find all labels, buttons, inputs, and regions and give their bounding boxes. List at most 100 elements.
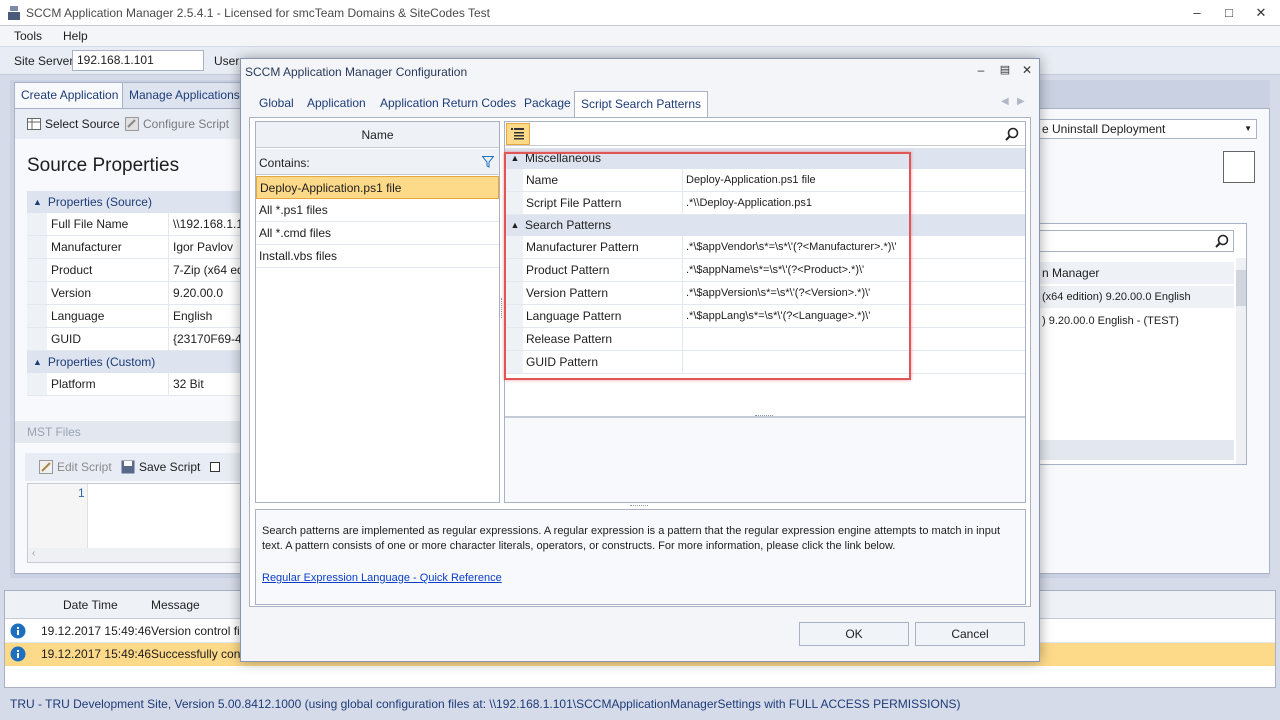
- property-row[interactable]: GUID {23170F69-40: [27, 328, 241, 351]
- select-source-button[interactable]: Select Source: [23, 113, 120, 135]
- group-properties-custom[interactable]: ▲ Properties (Custom): [27, 351, 241, 373]
- save-script-button[interactable]: Save Script: [117, 456, 221, 478]
- horizontal-scrollbar[interactable]: ‹: [28, 548, 240, 562]
- log-time: 19.12.2017 15:49:46: [41, 647, 152, 661]
- bottom-splitter-handle[interactable]: [630, 505, 648, 508]
- property-value[interactable]: English: [169, 305, 241, 327]
- property-row[interactable]: Version 9.20.00.0: [27, 282, 241, 305]
- property-row[interactable]: Manufacturer Igor Pavlov: [27, 236, 241, 259]
- group-properties-source[interactable]: ▲ Properties (Source): [27, 191, 241, 213]
- minimize-icon[interactable]: –: [1184, 3, 1210, 23]
- collapse-icon[interactable]: ▲: [33, 351, 42, 373]
- menu-help[interactable]: Help: [63, 29, 88, 43]
- group-source-label: Properties (Source): [47, 195, 152, 209]
- tab-package[interactable]: Package: [518, 91, 577, 117]
- save-script-checkbox[interactable]: [210, 462, 221, 472]
- filter-icon[interactable]: [482, 156, 494, 168]
- site-server-label: Site Server: [14, 54, 74, 68]
- property-label: Manufacturer: [47, 236, 169, 258]
- property-value[interactable]: 7-Zip (x64 edi: [169, 259, 241, 281]
- close-icon[interactable]: ✕: [1248, 3, 1274, 23]
- property-value[interactable]: Igor Pavlov: [169, 236, 241, 258]
- maximize-icon[interactable]: □: [1216, 3, 1242, 23]
- window-title: SCCM Application Manager 2.5.4.1 - Licen…: [26, 6, 490, 20]
- tab-scroll-left-icon[interactable]: ◀: [1001, 96, 1009, 107]
- configure-script-button[interactable]: Configure Script: [121, 113, 229, 135]
- list-item[interactable]: All *.ps1 files: [256, 199, 499, 222]
- tab-manage-applications[interactable]: Manage Applications: [122, 82, 247, 108]
- cancel-button[interactable]: Cancel: [915, 622, 1025, 646]
- tab-scroll-right-icon[interactable]: ▶: [1017, 96, 1025, 107]
- list-item-selected[interactable]: Deploy-Application.ps1 file: [256, 176, 499, 199]
- property-row[interactable]: Product 7-Zip (x64 edi: [27, 259, 241, 282]
- tab-application-return-codes[interactable]: Application Return Codes: [374, 91, 522, 117]
- dialog-minimize-icon[interactable]: –: [973, 63, 989, 79]
- row-gutter: [27, 328, 47, 350]
- configuration-dialog: SCCM Application Manager Configuration –…: [240, 58, 1040, 662]
- chevron-down-icon[interactable]: ▼: [1244, 120, 1252, 138]
- tab-global[interactable]: Global: [253, 91, 300, 117]
- table-row[interactable]: (x64 edition) 9.20.00.0 English: [1038, 286, 1234, 308]
- property-label: Full File Name: [47, 213, 169, 235]
- tab-script-search-patterns[interactable]: Script Search Patterns: [574, 91, 709, 117]
- deployment-select-value: e Uninstall Deployment: [1042, 122, 1166, 136]
- property-row[interactable]: Language English: [27, 305, 241, 328]
- tab-create-application[interactable]: Create Application: [14, 82, 126, 108]
- mst-files-header: MST Files: [15, 421, 241, 443]
- pane-splitter-handle[interactable]: [755, 415, 773, 418]
- ok-button[interactable]: OK: [799, 622, 909, 646]
- collapse-icon[interactable]: ▲: [33, 191, 42, 213]
- search-icon[interactable]: [1005, 127, 1019, 141]
- list-item[interactable]: All *.cmd files: [256, 222, 499, 245]
- property-value[interactable]: {23170F69-40: [169, 328, 241, 350]
- site-server-input[interactable]: 192.168.1.101: [72, 50, 204, 71]
- property-grid-toolbar: [505, 122, 1025, 146]
- edit-script-button[interactable]: Edit Script: [35, 456, 112, 478]
- property-search-input[interactable]: [533, 123, 1023, 145]
- source-toolbar: Select Source Configure Script: [15, 109, 255, 139]
- menu-tools[interactable]: Tools: [14, 29, 42, 43]
- group-custom-label: Properties (Custom): [47, 355, 156, 369]
- source-property-grid: ▲ Properties (Source) Full File Name \\19…: [27, 191, 241, 396]
- vertical-scrollbar[interactable]: [1236, 258, 1246, 464]
- app-icon: [8, 6, 20, 20]
- list-item[interactable]: Install.vbs files: [256, 245, 499, 268]
- grid-column-header[interactable]: n Manager: [1038, 262, 1234, 284]
- log-time: 19.12.2017 15:49:46: [41, 624, 152, 638]
- row-gutter: [27, 259, 47, 281]
- applications-grid: n Manager (x64 edition) 9.20.00.0 Englis…: [1037, 223, 1247, 465]
- log-col-datetime[interactable]: Date Time: [63, 598, 118, 612]
- tab-application[interactable]: Application: [301, 91, 372, 117]
- grid-search-input[interactable]: [1038, 230, 1234, 252]
- filter-row[interactable]: Contains:: [256, 149, 499, 175]
- list-items: Deploy-Application.ps1 file All *.ps1 fil…: [256, 176, 499, 268]
- property-value[interactable]: 9.20.00.0: [169, 282, 241, 304]
- deployment-select[interactable]: e Uninstall Deployment ▼: [1037, 119, 1257, 139]
- select-source-icon: [27, 118, 41, 130]
- dialog-maximize-icon[interactable]: ▤: [997, 63, 1013, 79]
- menu-bar: Tools Help: [0, 26, 1280, 46]
- dialog-close-icon[interactable]: ✕: [1019, 63, 1035, 79]
- tab-content: Name Contains: Deploy-Application.ps1 fi…: [249, 117, 1031, 607]
- filter-label: Contains:: [259, 156, 310, 170]
- categorized-view-button[interactable]: [506, 123, 530, 145]
- property-label: GUID: [47, 328, 169, 350]
- source-properties-title: Source Properties: [27, 155, 180, 176]
- status-text: TRU - TRU Development Site, Version 5.00…: [10, 697, 961, 711]
- search-icon[interactable]: [1215, 234, 1229, 248]
- property-description-pane: [505, 415, 1025, 502]
- log-col-message[interactable]: Message: [151, 598, 200, 612]
- edit-script-icon: [39, 460, 53, 474]
- grid-footer-row: [1038, 440, 1234, 460]
- regex-reference-link[interactable]: Regular Expression Language - Quick Refe…: [262, 572, 502, 584]
- property-label: Product: [47, 259, 169, 281]
- list-header[interactable]: Name: [256, 122, 499, 148]
- property-row[interactable]: Full File Name\\192.168.1.10: [27, 213, 241, 236]
- table-row[interactable]: ) 9.20.00.0 English - (TEST): [1038, 310, 1234, 332]
- property-value[interactable]: 32 Bit: [169, 373, 241, 395]
- property-row[interactable]: Platform 32 Bit: [27, 373, 241, 396]
- row-gutter: [27, 213, 47, 235]
- row-gutter: [27, 305, 47, 327]
- script-editor[interactable]: 1 ‹: [27, 483, 241, 563]
- property-value[interactable]: \\192.168.1.10: [169, 213, 241, 235]
